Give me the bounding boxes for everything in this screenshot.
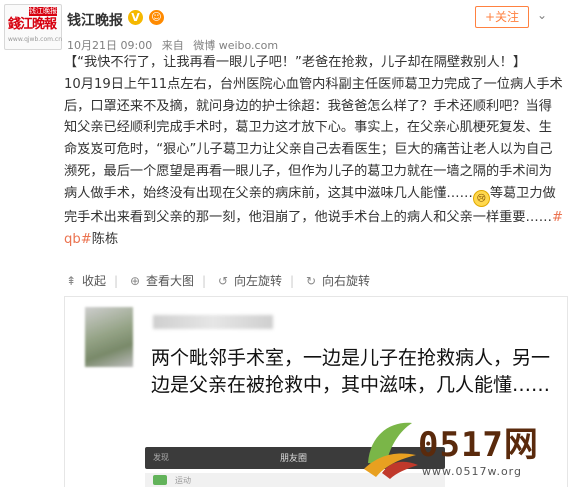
avatar-url: www.qjwb.com.cn xyxy=(8,36,62,43)
blurred-name xyxy=(153,315,273,329)
follow-button[interactable]: +关注 xyxy=(475,6,529,28)
avatar-badge: 钱江晚报 xyxy=(29,7,57,16)
post-date[interactable]: 10月21日 09:00 xyxy=(67,39,152,52)
view-large-button[interactable]: ⊕ 查看大图 | xyxy=(128,272,206,289)
tearful-emoji-icon: 😢 xyxy=(472,189,490,207)
watermark-url: www.0517w.org xyxy=(422,465,522,478)
vip-emoji-icon[interactable]: ☺ xyxy=(149,10,164,25)
post-header: 钱江晚报 錢江晚報 www.qjwb.com.cn 钱江晚报 V ☺ 10月21… xyxy=(0,0,571,58)
author-name[interactable]: 钱江晚报 xyxy=(67,10,123,30)
post-body: 10月19日上午11点左右，台州医院心血管内科副主任医师葛卫力完成了一位病人手术… xyxy=(64,74,564,251)
avatar[interactable]: 钱江晚报 錢江晚報 www.qjwb.com.cn xyxy=(4,4,62,50)
app-icon xyxy=(153,475,167,485)
image-actions-bar: ⇞ 收起 | ⊕ 查看大图 | ↺ 向左旋转 | ↻ 向右旋转 xyxy=(64,272,544,290)
image-caption: 两个毗邻手术室，一边是儿子在抢救病人，另一边是父亲在被抢救中，其中滋味，几人能懂… xyxy=(151,347,551,396)
rotate-left-icon: ↺ xyxy=(217,273,229,288)
avatar-logo-text: 錢江晚報 xyxy=(8,17,57,32)
zoom-icon: ⊕ xyxy=(129,273,141,288)
post-meta: 10月21日 09:00 来自 微博 weibo.com xyxy=(67,37,278,53)
post-body-part-1: 10月19日上午11点左右，台州医院心血管内科副主任医师葛卫力完成了一位病人手术… xyxy=(64,76,563,201)
rotate-left-button[interactable]: ↺ 向左旋转 | xyxy=(216,272,294,289)
verified-icon[interactable]: V xyxy=(128,10,143,25)
collapse-button[interactable]: ⇞ 收起 | xyxy=(64,272,118,289)
blurred-avatar xyxy=(85,307,133,367)
post-text: 【“我快不行了，让我再看一眼儿子吧！”老爸在抢救，儿子却在隔壁救别人！】 10月… xyxy=(64,52,564,250)
phone-row-text: 运动 xyxy=(175,476,191,485)
collapse-icon: ⇞ xyxy=(65,273,77,288)
leaf-logo-icon xyxy=(364,422,418,479)
watermark-title: 0517网 xyxy=(418,425,539,465)
chevron-down-icon[interactable]: ⌄ xyxy=(537,8,547,22)
post-source[interactable]: 微博 weibo.com xyxy=(193,39,278,52)
phone-nav-title: 朋友圈 xyxy=(280,454,308,464)
post-headline: 【“我快不行了，让我再看一眼儿子吧！”老爸在抢救，儿子却在隔壁救别人！】 xyxy=(64,55,527,70)
rotate-right-button[interactable]: ↻ 向右旋转 xyxy=(304,272,370,289)
rotate-right-icon: ↻ xyxy=(305,273,317,288)
site-watermark: 0517网 www.0517w.org xyxy=(360,415,571,486)
phone-nav-left: 发现 xyxy=(153,453,169,462)
source-prefix: 来自 xyxy=(161,39,184,52)
post-editor: 陈栋 xyxy=(91,231,119,247)
